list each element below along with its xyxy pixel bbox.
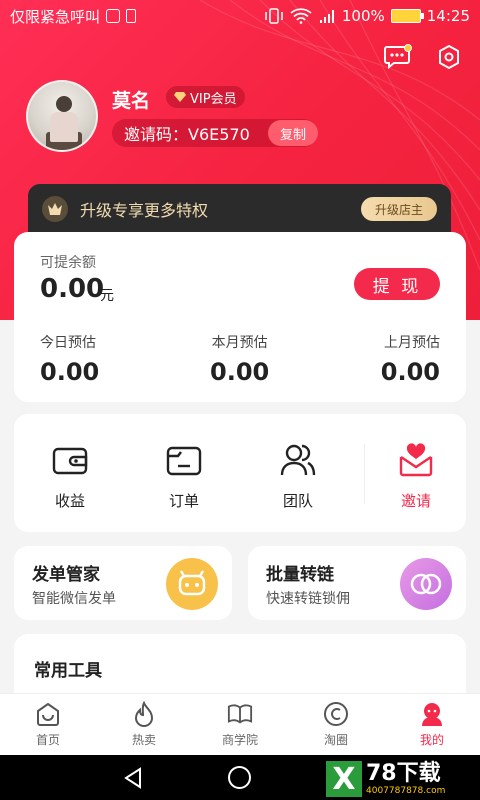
copyright-icon	[323, 701, 349, 727]
signal-icon	[319, 10, 334, 23]
estimate-value: 0.00	[210, 358, 270, 386]
upgrade-banner[interactable]: 升级专享更多特权 升级店主	[28, 184, 451, 234]
invite-code-text: 邀请码：V6E570	[124, 125, 250, 144]
nav-label: 订单	[168, 492, 199, 510]
nav-label: 收益	[54, 492, 85, 510]
vibrate-icon	[265, 8, 283, 24]
vip-badge: VIP会员	[166, 86, 245, 108]
battery-icon	[390, 9, 424, 23]
header-actions	[382, 42, 464, 72]
upgrade-button[interactable]: 升级店主	[360, 197, 437, 221]
tab-home[interactable]: 首页	[0, 694, 96, 755]
order-icon	[164, 440, 204, 480]
tab-academy[interactable]: 商学院	[192, 694, 288, 755]
watermark-sub: 4007787878.com	[366, 786, 446, 796]
nav-divider	[364, 444, 365, 504]
home-icon	[35, 701, 61, 727]
estimate-month[interactable]: 本月预估 0.00	[210, 332, 269, 386]
promo-subtitle: 智能微信发单	[32, 591, 116, 607]
copy-invite-button[interactable]: 复制	[268, 120, 318, 146]
vip-label: VIP会员	[190, 91, 237, 107]
watermark-main: 78下载	[366, 761, 441, 786]
tab-circle[interactable]: 淘圈	[288, 694, 384, 755]
withdraw-button[interactable]: 提 现	[354, 268, 440, 300]
nav-earnings[interactable]: 收益	[30, 440, 110, 511]
upgrade-text: 升级专享更多特权	[80, 201, 209, 220]
bottom-tab-bar: 首页 热卖 商学院 淘圈 我的	[0, 693, 480, 755]
notification-icon	[106, 9, 121, 23]
status-bar: 仅限紧急呼叫 100% 14:25	[0, 0, 480, 32]
tools-title: 常用工具	[34, 661, 102, 681]
balance-card: 可提余额 0.00 元 提 现 今日预估 0.00 本月预估 0.00 上月预估…	[14, 232, 466, 402]
carrier-text: 仅限紧急呼叫	[10, 7, 101, 26]
watermark-logo: X 78下载 4007787878.com	[326, 760, 476, 798]
message-button[interactable]	[382, 42, 412, 72]
tab-mine[interactable]: 我的	[384, 694, 480, 755]
estimate-label: 本月预估	[211, 335, 268, 351]
balance-unit: 元	[100, 288, 114, 304]
estimate-label: 上月预估	[384, 335, 440, 351]
estimate-value: 0.00	[380, 358, 440, 386]
quick-nav: 收益 订单 团队 邀请	[14, 414, 466, 532]
tab-label: 我的	[419, 733, 444, 747]
estimate-label: 今日预估	[40, 335, 96, 351]
estimate-today[interactable]: 今日预估 0.00	[40, 332, 99, 386]
estimate-value: 0.00	[40, 358, 100, 386]
balance-label: 可提余额	[40, 255, 96, 271]
book-icon	[227, 701, 253, 727]
back-icon[interactable]	[122, 767, 144, 789]
usb-icon	[126, 9, 137, 23]
nav-team[interactable]: 团队	[258, 440, 338, 511]
battery-percent: 100%	[341, 7, 385, 25]
nav-label: 邀请	[400, 492, 431, 510]
settings-button[interactable]	[434, 42, 464, 72]
nav-label: 团队	[282, 492, 313, 510]
balance-amount: 0.00	[40, 274, 105, 304]
fire-icon	[131, 701, 157, 727]
promo-card-batch-link[interactable]: 批量转链 快速转链锁佣	[248, 546, 466, 620]
home-circle-icon[interactable]	[228, 766, 251, 789]
avatar[interactable]	[26, 80, 98, 152]
tab-label: 淘圈	[323, 733, 348, 747]
user-name: 莫名	[112, 90, 151, 112]
promo-title: 发单管家	[32, 565, 100, 585]
wifi-icon	[290, 8, 312, 24]
system-navigation-bar: X 78下载 4007787878.com	[0, 755, 480, 800]
robot-icon	[166, 558, 218, 610]
nav-orders[interactable]: 订单	[144, 440, 224, 511]
promo-card-order-manager[interactable]: 发单管家 智能微信发单	[14, 546, 232, 620]
watermark-mark: X	[326, 761, 362, 797]
clock: 14:25	[426, 7, 470, 25]
profile-icon	[419, 701, 445, 727]
tab-hot[interactable]: 热卖	[96, 694, 192, 755]
promo-title: 批量转链	[266, 565, 334, 585]
nav-invite[interactable]: 邀请	[376, 440, 456, 511]
promo-subtitle: 快速转链锁佣	[266, 591, 350, 607]
tab-label: 首页	[35, 733, 60, 747]
settings-icon	[439, 44, 459, 70]
wallet-icon	[50, 440, 90, 480]
crown-icon	[42, 196, 68, 222]
invite-icon	[396, 440, 436, 480]
unread-dot	[404, 44, 412, 52]
estimate-last-month[interactable]: 上月预估 0.00	[381, 332, 440, 386]
link-icon	[400, 558, 452, 610]
tab-label: 热卖	[131, 733, 156, 747]
diamond-icon	[174, 92, 186, 102]
team-icon	[278, 440, 318, 480]
tab-label: 商学院	[221, 733, 258, 747]
